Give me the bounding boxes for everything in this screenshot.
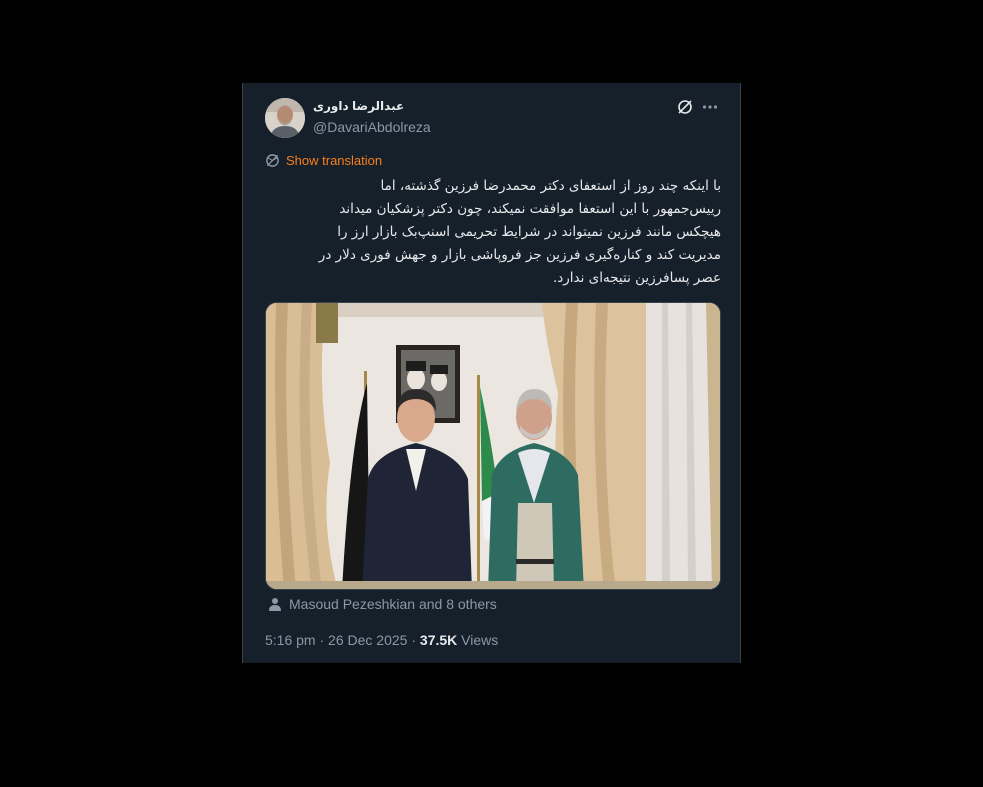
avatar[interactable] [265, 98, 305, 138]
tweet-text-line: با اینکه چند روز از استعفای دکتر محمدرضا… [380, 178, 722, 194]
show-translation-link[interactable]: Show translation [286, 153, 382, 168]
tweet-card[interactable]: عبدالرضا داوری @DavariAbdolreza Show tra… [242, 83, 741, 663]
tweet-photo[interactable] [265, 302, 721, 590]
meta-separator: · [319, 632, 325, 648]
more-options-icon[interactable] [701, 98, 719, 116]
tweet-text-line: هیچکس مانند فرزین نمیتواند در شرایط تحری… [337, 224, 721, 240]
photo-two-men-office-icon [266, 303, 720, 589]
translation-row[interactable]: Show translation [265, 153, 382, 168]
tweet-text-line: رییس‌جمهور با این استعفا موافقت نمیکند، … [339, 201, 721, 217]
tweet-time[interactable]: 5:16 pm [265, 632, 316, 648]
views-label: Views [461, 632, 499, 648]
views-count[interactable]: 37.5K [420, 632, 457, 648]
tweet-date[interactable]: 26 Dec 2025 [328, 632, 407, 648]
author-display-name[interactable]: عبدالرضا داوری [313, 99, 463, 113]
person-icon [269, 598, 281, 611]
tweet-text-line: عصر پسافرزین نتیجه‌ای ندارد. [552, 270, 721, 286]
grok-icon[interactable] [677, 99, 693, 115]
tweet-meta: 5:16 pm · 26 Dec 2025 · 37.5K Views [265, 632, 498, 648]
translate-icon [266, 154, 279, 167]
tweet-text-line: مدیریت کند و کناره‌گیری فرزین جز فروپاشی… [318, 247, 721, 263]
meta-separator: · [411, 632, 417, 648]
tweet-text: با اینکه چند روز از استعفای دکتر محمدرضا… [265, 175, 721, 290]
avatar-photo-icon [265, 98, 305, 138]
tagged-label[interactable]: Masoud Pezeshkian and 8 others [289, 596, 497, 612]
author-handle[interactable]: @DavariAbdolreza [313, 119, 431, 135]
tagged-people[interactable]: Masoud Pezeshkian and 8 others [267, 596, 497, 612]
